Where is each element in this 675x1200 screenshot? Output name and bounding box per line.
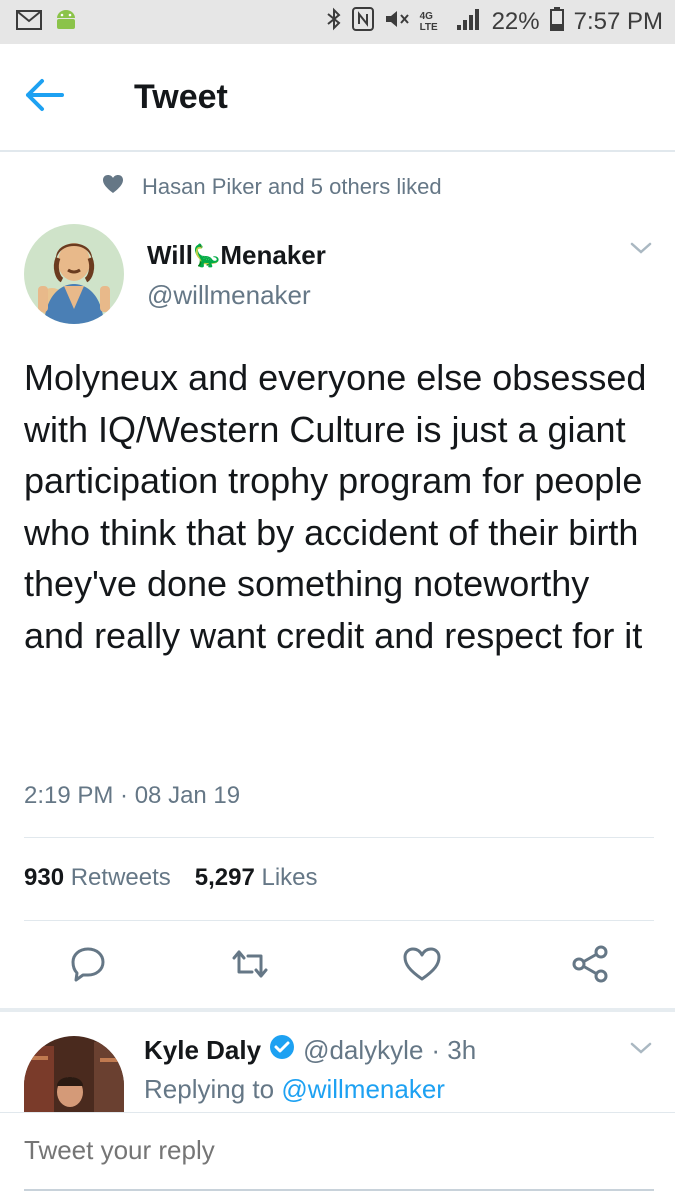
dinosaur-emoji: 🦕	[192, 242, 221, 268]
tweet-timestamp: 2:19 PM · 08 Jan 19	[24, 782, 241, 809]
heart-outline-icon	[402, 946, 442, 987]
app-header: Tweet	[0, 44, 675, 152]
mute-icon	[384, 7, 410, 38]
likes-stat[interactable]: 5,297 Likes	[195, 864, 318, 892]
tweet-text: Molyneux and everyone else obsessed with…	[24, 357, 647, 656]
author-last-name: Menaker	[220, 240, 326, 270]
retweets-count: 930	[24, 864, 65, 891]
input-underline	[24, 1189, 654, 1191]
chevron-down-icon	[629, 1042, 653, 1060]
reply-button[interactable]	[64, 942, 112, 990]
back-arrow-icon	[24, 77, 64, 118]
likes-label: Likes	[261, 864, 318, 891]
network-label: 4G LTE	[419, 11, 438, 33]
social-context[interactable]: Hasan Piker and 5 others liked	[102, 172, 442, 202]
battery-percent: 22%	[491, 8, 540, 35]
clock: 7:57 PM	[573, 8, 663, 35]
nfc-icon	[351, 6, 374, 38]
section-separator	[0, 1008, 675, 1012]
divider	[24, 920, 654, 921]
gmail-icon	[16, 9, 42, 35]
retweet-icon	[230, 948, 270, 985]
reply-avatar[interactable]	[24, 1036, 124, 1112]
battery-icon	[549, 6, 564, 38]
verified-badge-icon	[269, 1034, 295, 1067]
share-icon	[571, 945, 609, 988]
likes-count: 5,297	[194, 864, 255, 891]
android-icon	[54, 7, 78, 38]
reply-header: Kyle Daly @dalykyle · 3h	[144, 1034, 476, 1067]
page-title: Tweet	[134, 77, 228, 116]
author-name[interactable]: Will 🦕 Menaker	[147, 240, 326, 271]
retweets-label: Retweets	[70, 864, 171, 891]
back-button[interactable]	[24, 67, 94, 127]
chevron-down-icon	[629, 242, 653, 260]
reply-time: · 3h	[431, 1035, 477, 1065]
replying-to-link[interactable]: @willmenaker	[281, 1074, 445, 1104]
status-bar: 4G LTE 22% 7:57 PM	[0, 0, 675, 44]
liked-text: Hasan Piker and 5 others liked	[142, 174, 442, 199]
reply-composer	[0, 1112, 675, 1200]
author-first-name: Will	[147, 240, 193, 270]
share-button[interactable]	[566, 942, 614, 990]
retweets-stat[interactable]: 930 Retweets	[24, 864, 171, 892]
signal-icon	[456, 7, 482, 38]
reply-author-handle[interactable]: @dalykyle	[303, 1035, 423, 1066]
reply-icon	[69, 945, 107, 988]
replying-to: Replying to @willmenaker	[144, 1074, 445, 1105]
tweet-action-bar	[0, 942, 675, 992]
avatar[interactable]	[24, 224, 124, 324]
tweet-stats: 930 Retweets 5,297 Likes	[24, 864, 318, 892]
replying-prefix: Replying to	[144, 1074, 275, 1104]
reply-author-name[interactable]: Kyle Daly	[144, 1035, 261, 1066]
reply-menu-button[interactable]	[629, 1040, 653, 1061]
tweet-menu-button[interactable]	[629, 240, 653, 261]
divider	[24, 837, 654, 838]
heart-icon	[102, 174, 124, 200]
like-button[interactable]	[398, 942, 446, 990]
author-handle[interactable]: @willmenaker	[147, 280, 311, 311]
retweet-button[interactable]	[226, 942, 274, 990]
reply-input[interactable]	[24, 1135, 624, 1166]
bluetooth-icon	[326, 7, 342, 38]
